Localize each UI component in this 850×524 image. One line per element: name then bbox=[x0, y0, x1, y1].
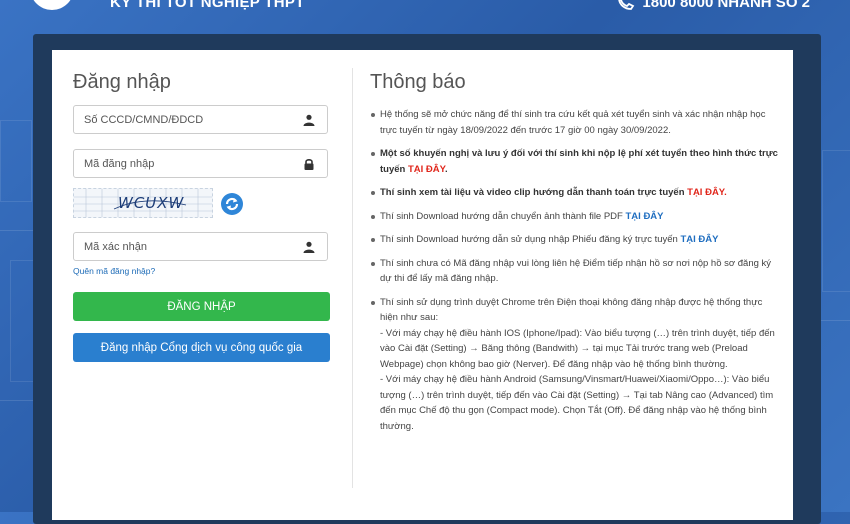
hotline: 1800 8000 NHÁNH SỐ 2 bbox=[616, 0, 810, 11]
notice-text: Thí sinh Download hướng dẫn sử dụng nhập… bbox=[380, 234, 678, 245]
ios-instruction: - Với máy chạy hệ điều hành IOS (Iphone/… bbox=[380, 327, 775, 370]
list-item: Thí sinh xem tài liệu và video clip hướn… bbox=[370, 185, 778, 201]
captcha-input[interactable] bbox=[74, 233, 299, 260]
list-item: Thí sinh Download hướng dẫn chuyển ảnh t… bbox=[370, 209, 778, 225]
notice-text: Thí sinh xem tài liệu và video clip hướn… bbox=[380, 187, 685, 198]
registration-guide-link[interactable]: TẠI ĐÂY bbox=[680, 234, 718, 245]
column-divider bbox=[352, 68, 353, 488]
id-number-field bbox=[73, 105, 328, 134]
id-number-input[interactable] bbox=[74, 106, 299, 133]
pdf-guide-link[interactable]: TẠI ĐÂY bbox=[626, 211, 664, 222]
national-portal-login-button[interactable]: Đăng nhập Cổng dịch vụ công quốc gia bbox=[73, 333, 330, 362]
refresh-captcha-button[interactable] bbox=[221, 193, 243, 215]
shield-logo-icon bbox=[30, 0, 74, 10]
site-header: KỲ THI TỐT NGHIỆP THPT 1800 8000 NHÁNH S… bbox=[0, 0, 850, 34]
notice-text: Hệ thống sẽ mở chức năng để thí sinh tra… bbox=[380, 109, 766, 136]
hotline-number: 1800 8000 NHÁNH SỐ 2 bbox=[642, 0, 810, 11]
notice-text: Thí sinh Download hướng dẫn chuyển ảnh t… bbox=[380, 210, 623, 222]
list-item: Một số khuyến nghị và lưu ý đối với thí … bbox=[370, 146, 778, 177]
captcha-text: WCUXW bbox=[118, 194, 185, 212]
refresh-icon bbox=[225, 197, 239, 211]
android-instruction: - Với máy chạy hệ điều hành Android (Sam… bbox=[380, 374, 774, 432]
notice-list: Hệ thống sẽ mở chức năng để thí sinh tra… bbox=[370, 107, 778, 442]
site-title: KỲ THI TỐT NGHIỆP THPT bbox=[110, 0, 305, 11]
fee-guide-link[interactable]: TẠI ĐÂY bbox=[408, 164, 445, 175]
lock-icon bbox=[304, 159, 314, 170]
main-panel: Đăng nhập Số CCCD/CMND/ĐDCD WCUXW Mã xác… bbox=[52, 50, 793, 520]
notice-text: Thí sinh chưa có Mã đăng nhập vui lòng l… bbox=[380, 257, 772, 285]
payment-video-link[interactable]: TẠI ĐÂY. bbox=[687, 187, 727, 198]
list-item: Thí sinh Download hướng dẫn sử dụng nhập… bbox=[370, 232, 778, 248]
phone-icon bbox=[618, 0, 635, 10]
notice-text: Thí sinh sử dụng trình duyệt Chrome trên… bbox=[380, 296, 763, 324]
forgot-password-link[interactable]: Quên mã đăng nhập? bbox=[73, 266, 155, 276]
list-item: Hệ thống sẽ mở chức năng để thí sinh tra… bbox=[370, 107, 778, 138]
captcha-field bbox=[73, 232, 328, 261]
password-field bbox=[73, 149, 328, 178]
captcha-image: WCUXW bbox=[73, 188, 213, 218]
user-icon bbox=[303, 114, 315, 126]
list-item: Thí sinh sử dụng trình duyệt Chrome trên… bbox=[370, 295, 778, 435]
list-item: Thí sinh chưa có Mã đăng nhập vui lòng l… bbox=[370, 256, 778, 287]
notice-period: . bbox=[444, 163, 448, 175]
notice-title: Thông báo bbox=[370, 71, 466, 93]
password-input[interactable] bbox=[74, 150, 299, 177]
login-title: Đăng nhập bbox=[73, 71, 171, 93]
user-icon bbox=[303, 241, 315, 253]
login-button[interactable]: ĐĂNG NHẬP bbox=[73, 292, 330, 321]
